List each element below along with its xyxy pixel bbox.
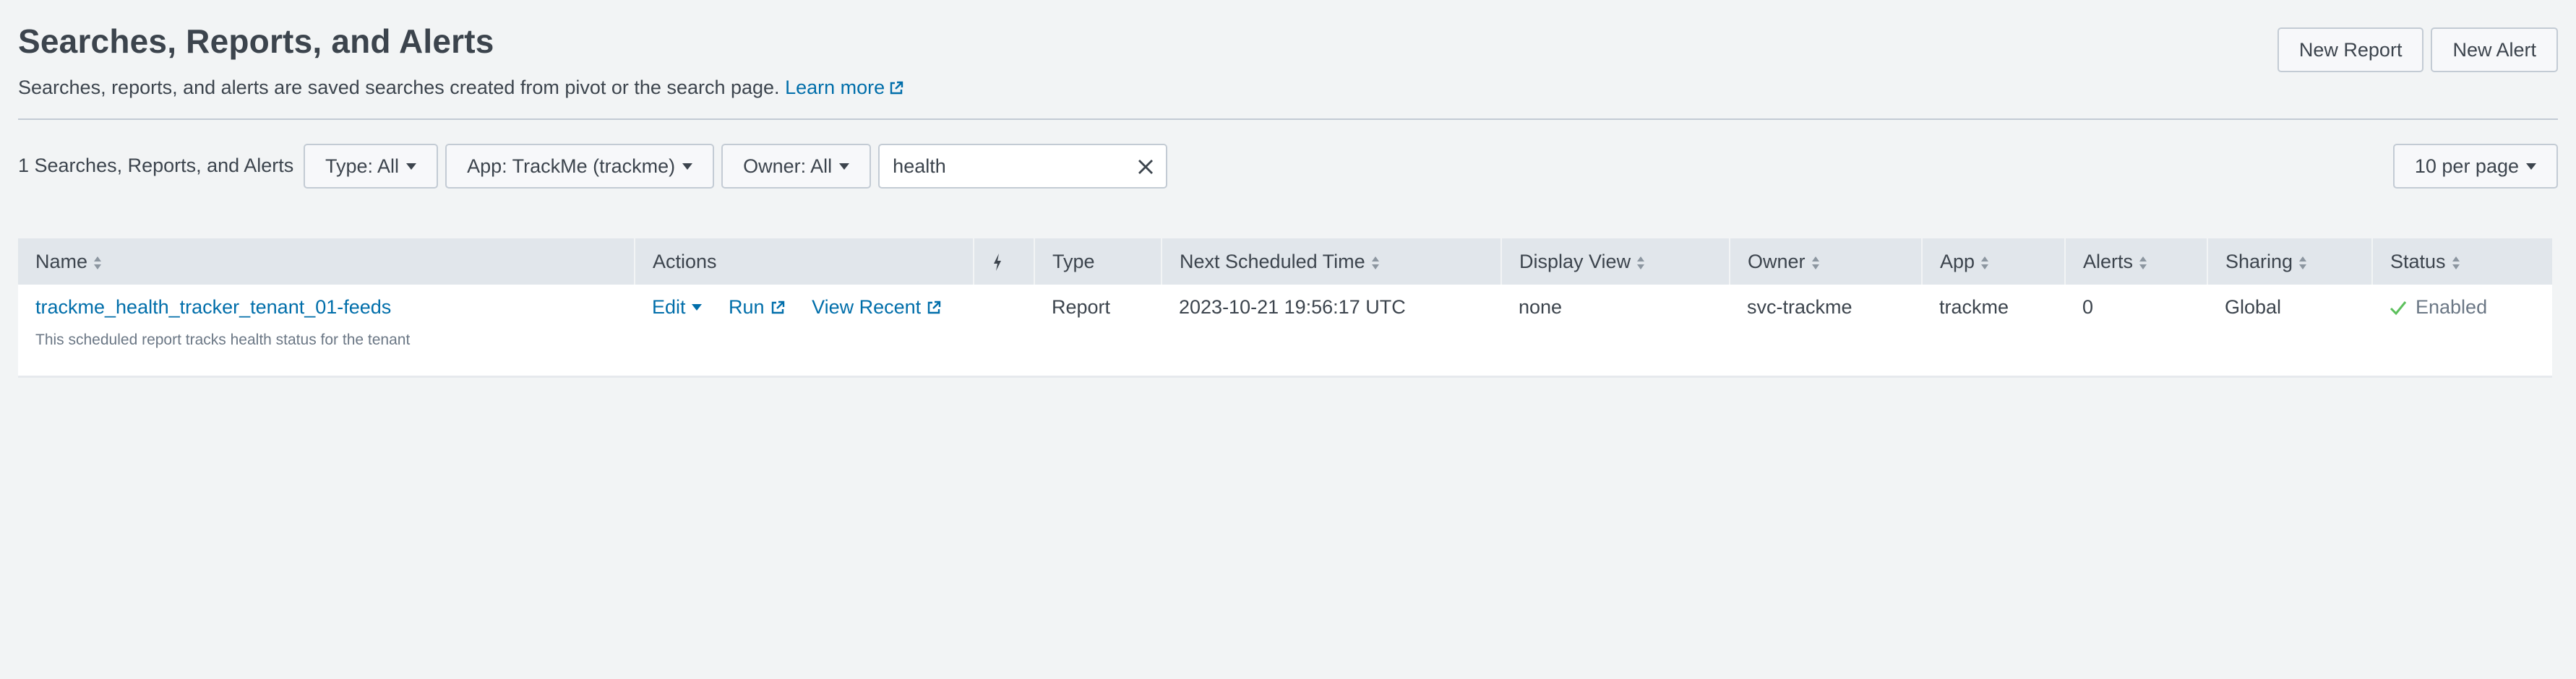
cell-alerts: 0	[2082, 296, 2094, 318]
page-title: Searches, Reports, and Alerts	[18, 22, 494, 60]
edit-label: Edit	[652, 296, 686, 318]
column-label: Actions	[653, 250, 717, 272]
sort-icon	[1637, 256, 1645, 269]
caret-down-icon	[406, 163, 417, 170]
column-header-owner[interactable]: Owner	[1730, 238, 1923, 285]
app-filter-dropdown[interactable]: App: TrackMe (trackme)	[445, 144, 715, 189]
clear-search-icon[interactable]	[1137, 158, 1154, 176]
cell-scheduled	[974, 285, 1034, 376]
sort-icon	[1981, 256, 1989, 269]
page-description-text: Searches, reports, and alerts are saved …	[18, 77, 780, 98]
external-link-icon	[927, 300, 941, 313]
view-recent-label: View Recent	[812, 296, 922, 318]
view-recent-link[interactable]: View Recent	[812, 296, 941, 319]
table-row: trackme_health_tracker_tenant_01-feeds T…	[18, 285, 2552, 376]
filter-bar: 1 Searches, Reports, and Alerts Type: Al…	[18, 120, 2558, 214]
type-filter-label: Type: All	[325, 155, 400, 177]
saved-searches-table: Name Actions Type Next Scheduled Time Di…	[18, 238, 2552, 378]
caret-down-icon	[839, 163, 850, 170]
new-report-button[interactable]: New Report	[2277, 27, 2424, 72]
type-filter-dropdown[interactable]: Type: All	[304, 144, 439, 189]
check-icon	[2390, 300, 2407, 315]
lightning-bolt-icon	[994, 254, 1001, 272]
column-header-type: Type	[1034, 238, 1162, 285]
cell-status: Enabled	[2372, 285, 2552, 376]
sort-icon	[1371, 256, 1379, 269]
column-label: Sharing	[2225, 250, 2293, 272]
new-alert-button[interactable]: New Alert	[2431, 27, 2558, 72]
column-header-sharing[interactable]: Sharing	[2207, 238, 2373, 285]
column-label: Next Scheduled Time	[1180, 250, 1365, 272]
table-bottom-edge	[18, 376, 2552, 378]
column-header-next-scheduled[interactable]: Next Scheduled Time	[1162, 238, 1502, 285]
run-link[interactable]: Run	[729, 296, 785, 319]
column-header-app[interactable]: App	[1922, 238, 2066, 285]
status-badge: Enabled	[2390, 296, 2487, 319]
sort-icon	[2139, 256, 2147, 269]
page-header: Searches, Reports, and Alerts Searches, …	[18, 0, 2558, 120]
column-label: Type	[1052, 250, 1095, 272]
column-label: Display View	[1519, 250, 1631, 272]
cell-sharing: Global	[2225, 296, 2282, 318]
external-link-icon	[771, 300, 784, 313]
external-link-icon	[890, 81, 903, 95]
owner-filter-dropdown[interactable]: Owner: All	[721, 144, 872, 189]
header-actions: New Report New Alert	[2277, 27, 2558, 72]
status-label: Enabled	[2416, 296, 2488, 318]
caret-down-icon	[682, 163, 693, 170]
learn-more-link[interactable]: Learn more	[785, 77, 903, 98]
page-description: Searches, reports, and alerts are saved …	[18, 77, 903, 99]
edit-dropdown-link[interactable]: Edit	[652, 296, 702, 319]
column-label: Status	[2390, 250, 2446, 272]
owner-filter-label: Owner: All	[743, 155, 833, 177]
table-header-row: Name Actions Type Next Scheduled Time Di…	[18, 238, 2552, 285]
sort-icon	[2299, 256, 2307, 269]
cell-owner: svc-trackme	[1747, 296, 1852, 318]
cell-actions: Edit Run View Recent	[635, 285, 974, 376]
caret-down-icon	[2526, 163, 2536, 170]
column-label: Owner	[1748, 250, 1806, 272]
run-label: Run	[729, 296, 765, 318]
per-page-dropdown[interactable]: 10 per page	[2392, 144, 2558, 189]
column-label: App	[1940, 250, 1975, 272]
saved-search-name-link[interactable]: trackme_health_tracker_tenant_01-feeds	[35, 296, 391, 318]
results-count: 1 Searches, Reports, and Alerts	[18, 155, 294, 176]
column-header-display-view[interactable]: Display View	[1501, 238, 1730, 285]
saved-search-description: This scheduled report tracks health stat…	[35, 332, 411, 348]
caret-down-icon	[691, 304, 702, 311]
per-page-label: 10 per page	[2414, 155, 2519, 177]
column-header-name[interactable]: Name	[18, 238, 635, 285]
cell-app: trackme	[1939, 296, 2009, 318]
column-header-alerts[interactable]: Alerts	[2065, 238, 2208, 285]
column-label: Alerts	[2083, 250, 2134, 272]
sort-icon	[2452, 256, 2460, 269]
cell-type: Report	[1052, 296, 1111, 318]
sort-icon	[94, 256, 102, 269]
sort-icon	[1811, 256, 1819, 269]
column-label: Name	[35, 250, 88, 272]
cell-name: trackme_health_tracker_tenant_01-feeds T…	[18, 285, 635, 376]
column-header-scheduled	[974, 238, 1035, 285]
cell-next-scheduled: 2023-10-21 19:56:17 UTC	[1179, 296, 1406, 318]
filter-controls: Type: All App: TrackMe (trackme) Owner: …	[304, 144, 1168, 189]
search-box	[878, 144, 1168, 189]
learn-more-label: Learn more	[785, 77, 885, 98]
cell-display-view: none	[1519, 296, 1563, 318]
search-input[interactable]	[880, 145, 1167, 187]
app-filter-label: App: TrackMe (trackme)	[467, 155, 676, 177]
column-header-actions: Actions	[635, 238, 974, 285]
column-header-status[interactable]: Status	[2372, 238, 2552, 285]
